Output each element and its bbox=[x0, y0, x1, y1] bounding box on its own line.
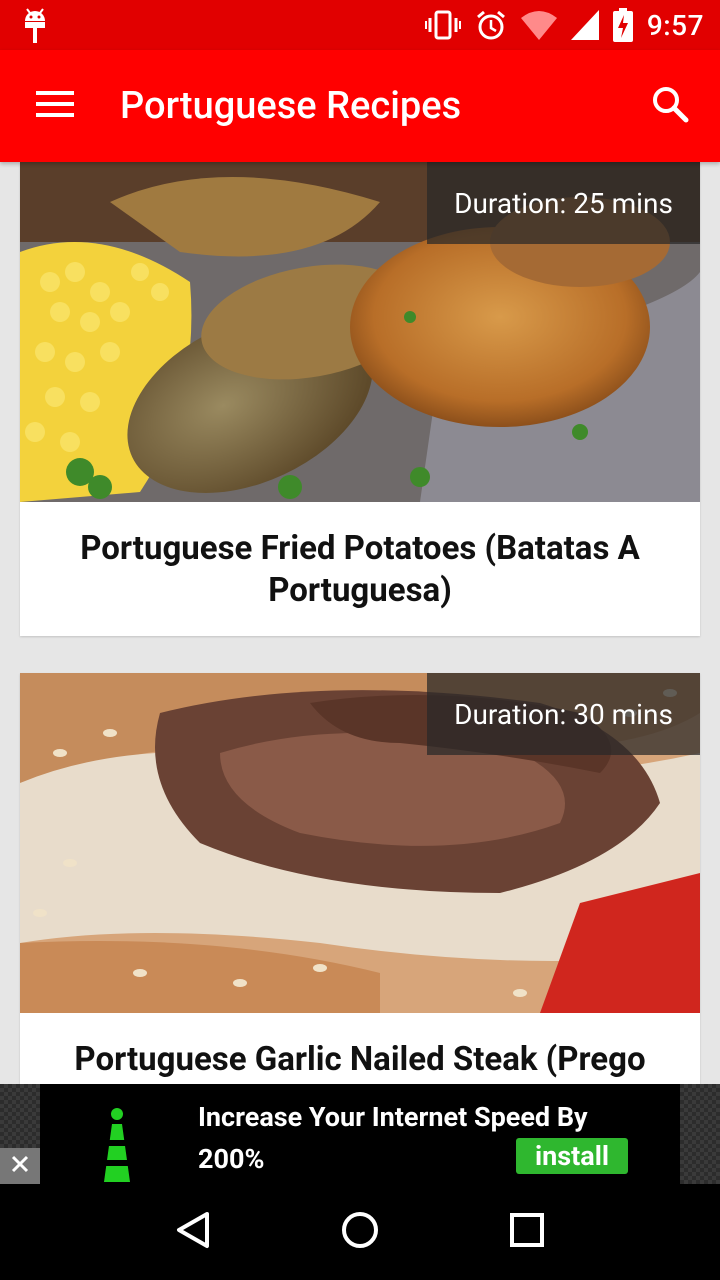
recipe-card[interactable]: Duration: 25 mins Portuguese Fried Potat… bbox=[20, 162, 700, 636]
hamburger-menu-icon bbox=[36, 89, 76, 123]
duration-badge: Duration: 25 mins bbox=[427, 162, 700, 244]
close-icon bbox=[11, 1155, 29, 1177]
ad-install-button[interactable]: install bbox=[516, 1138, 628, 1174]
wifi-icon bbox=[520, 10, 557, 40]
page-title: Portuguese Recipes bbox=[120, 84, 462, 128]
search-button[interactable] bbox=[620, 50, 720, 162]
status-time: 9:57 bbox=[646, 8, 704, 42]
menu-button[interactable] bbox=[0, 50, 112, 162]
alarm-icon bbox=[475, 9, 507, 41]
recents-square-icon bbox=[507, 1210, 547, 1254]
ad-content[interactable]: Increase Your Internet Speed By 200% ins… bbox=[40, 1084, 680, 1184]
recipe-title: Portuguese Garlic Nailed Steak (Prego bbox=[74, 1040, 646, 1079]
ad-close-button[interactable] bbox=[0, 1148, 40, 1184]
recipe-card[interactable]: Duration: 30 mins Portuguese Garlic Nail… bbox=[20, 673, 700, 1084]
recipe-title: Portuguese Fried Potatoes (Batatas A Por… bbox=[80, 529, 640, 610]
ad-banner: Increase Your Internet Speed By 200% ins… bbox=[0, 1084, 720, 1184]
signal-icon bbox=[570, 10, 599, 40]
battery-charging-icon bbox=[612, 8, 633, 42]
search-icon bbox=[651, 85, 689, 127]
signal-tower-icon bbox=[100, 1106, 134, 1186]
recipe-image-garlic-steak: Duration: 30 mins bbox=[20, 673, 700, 1013]
home-circle-icon bbox=[340, 1210, 380, 1254]
recipe-image-fried-potatoes: Duration: 25 mins bbox=[20, 162, 700, 502]
android-debug-icon bbox=[20, 5, 50, 45]
ad-headline-line1: Increase Your Internet Speed By bbox=[198, 1101, 588, 1133]
home-button[interactable] bbox=[320, 1192, 400, 1272]
duration-badge: Duration: 30 mins bbox=[427, 673, 700, 755]
status-bar: 9:57 bbox=[0, 0, 720, 50]
vibrate-icon bbox=[424, 10, 461, 40]
navigation-bar bbox=[0, 1184, 720, 1280]
recents-button[interactable] bbox=[487, 1192, 567, 1272]
back-triangle-icon bbox=[173, 1210, 213, 1254]
app-bar: Portuguese Recipes bbox=[0, 50, 720, 162]
recipe-list[interactable]: Duration: 25 mins Portuguese Fried Potat… bbox=[0, 162, 720, 1084]
back-button[interactable] bbox=[153, 1192, 233, 1272]
